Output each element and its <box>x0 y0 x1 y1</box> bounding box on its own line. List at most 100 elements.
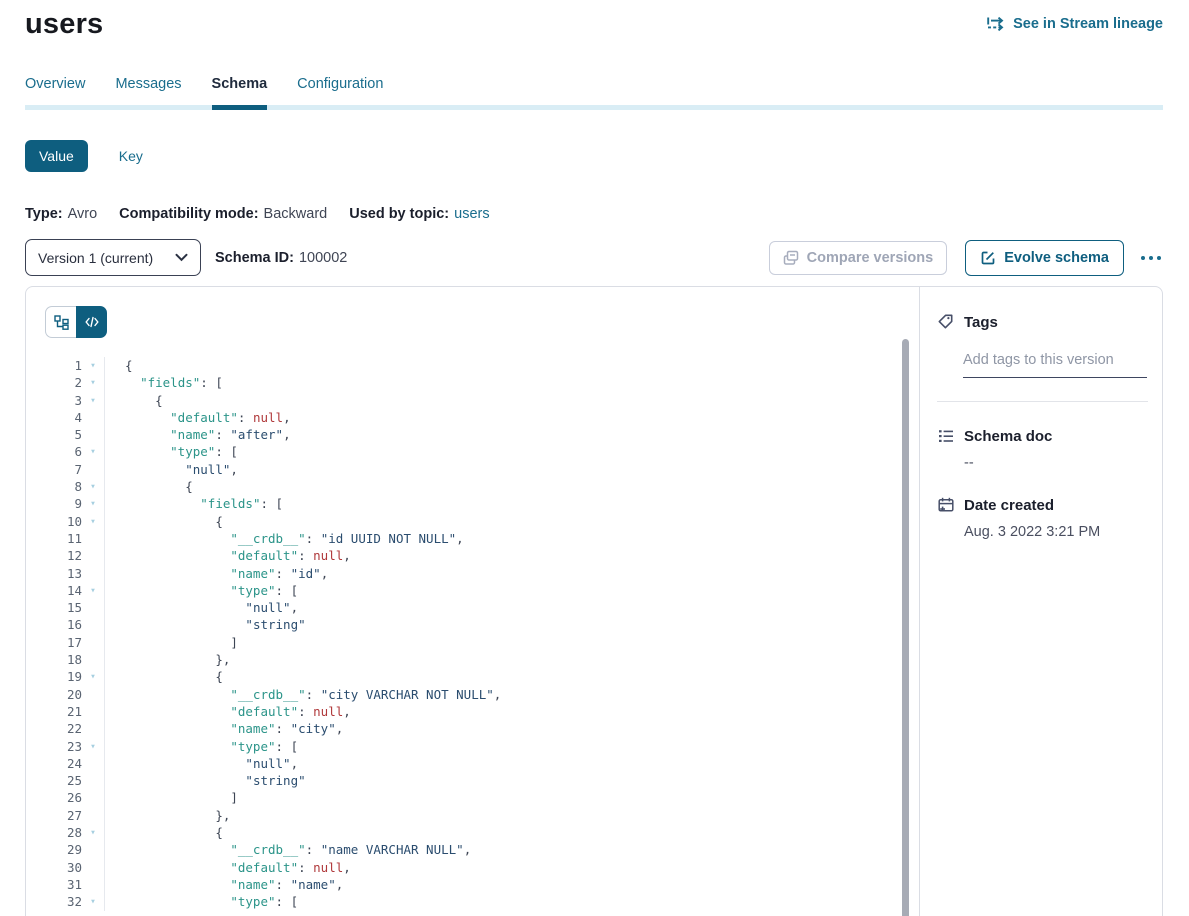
tree-view-button[interactable] <box>45 306 76 338</box>
tab-messages[interactable]: Messages <box>115 76 181 105</box>
code-scrollbar[interactable] <box>902 339 909 916</box>
line-number: 30 <box>45 859 82 876</box>
arrow-spacer <box>82 755 104 772</box>
code-line: 17 ] <box>45 634 919 651</box>
date-created-section: Date created Aug. 3 2022 3:21 PM <box>937 496 1148 540</box>
code-text: { <box>104 824 223 841</box>
collapse-toggle-icon[interactable]: ▾ <box>82 478 104 495</box>
code-lines: 1▾{2▾ "fields": [3▾ {4 "default": null,5… <box>45 357 919 911</box>
line-number: 31 <box>45 876 82 893</box>
line-number: 29 <box>45 841 82 858</box>
arrow-spacer <box>82 530 104 547</box>
collapse-toggle-icon[interactable]: ▾ <box>82 824 104 841</box>
code-text: "type": [ <box>104 443 238 460</box>
chevron-down-icon <box>175 253 188 262</box>
version-toolbar: Version 1 (current) Schema ID: 100002 <box>25 239 1163 276</box>
type-field: Type:Avro <box>25 206 97 222</box>
line-number: 5 <box>45 426 82 443</box>
code-text: "null", <box>104 755 298 772</box>
arrow-spacer <box>82 426 104 443</box>
code-text: "name": "id", <box>104 565 328 582</box>
collapse-toggle-icon[interactable]: ▾ <box>82 443 104 460</box>
sidebar-divider <box>937 401 1148 402</box>
collapse-toggle-icon[interactable]: ▾ <box>82 893 104 910</box>
list-icon <box>937 427 955 445</box>
code-line: 10▾ { <box>45 513 919 530</box>
line-number: 19 <box>45 668 82 685</box>
line-number: 8 <box>45 478 82 495</box>
see-in-stream-lineage-link[interactable]: See in Stream lineage <box>987 16 1163 32</box>
collapse-toggle-icon[interactable]: ▾ <box>82 738 104 755</box>
collapse-toggle-icon[interactable]: ▾ <box>82 495 104 512</box>
code-line: 5 "name": "after", <box>45 426 919 443</box>
code-text: "__crdb__": "name VARCHAR NULL", <box>104 841 471 858</box>
collapse-toggle-icon[interactable]: ▾ <box>82 357 104 374</box>
collapse-toggle-icon[interactable]: ▾ <box>82 513 104 530</box>
evolve-schema-button[interactable]: Evolve schema <box>965 240 1124 276</box>
code-line: 13 "name": "id", <box>45 565 919 582</box>
line-number: 4 <box>45 409 82 426</box>
date-created-value: Aug. 3 2022 3:21 PM <box>964 524 1148 540</box>
arrow-spacer <box>82 565 104 582</box>
code-text: "type": [ <box>104 738 298 755</box>
evolve-schema-label: Evolve schema <box>1004 250 1109 266</box>
tab-schema[interactable]: Schema <box>212 76 268 105</box>
code-text: "type": [ <box>104 893 298 910</box>
arrow-spacer <box>82 772 104 789</box>
code-line: 23▾ "type": [ <box>45 738 919 755</box>
code-line: 14▾ "type": [ <box>45 582 919 599</box>
used-by-topic-link[interactable]: users <box>454 206 489 222</box>
edit-schema-icon <box>980 250 996 266</box>
code-text: { <box>104 513 223 530</box>
code-text: "default": null, <box>104 409 291 426</box>
toggle-value-button[interactable]: Value <box>25 140 88 172</box>
code-line: 12 "default": null, <box>45 547 919 564</box>
code-text: { <box>104 478 193 495</box>
line-number: 2 <box>45 374 82 391</box>
arrow-spacer <box>82 720 104 737</box>
code-text: }, <box>104 807 230 824</box>
line-number: 6 <box>45 443 82 460</box>
line-number: 21 <box>45 703 82 720</box>
code-line: 20 "__crdb__": "city VARCHAR NOT NULL", <box>45 686 919 703</box>
line-number: 9 <box>45 495 82 512</box>
more-actions-button[interactable] <box>1139 250 1163 266</box>
add-tags-input[interactable] <box>963 352 1147 378</box>
used-by-topic-label: Used by topic: <box>349 206 449 222</box>
arrow-spacer <box>82 841 104 858</box>
compare-versions-button[interactable]: Compare versions <box>769 241 948 275</box>
toggle-key-button[interactable]: Key <box>113 147 149 165</box>
schema-viewer-panel: 1▾{2▾ "fields": [3▾ {4 "default": null,5… <box>25 286 1163 916</box>
tab-overview[interactable]: Overview <box>25 76 85 105</box>
version-select[interactable]: Version 1 (current) <box>25 239 201 276</box>
collapse-toggle-icon[interactable]: ▾ <box>82 582 104 599</box>
code-line: 31 "name": "name", <box>45 876 919 893</box>
code-text: "null", <box>104 461 238 478</box>
code-view-button[interactable] <box>76 306 107 338</box>
arrow-spacer <box>82 409 104 426</box>
code-line: 16 "string" <box>45 616 919 633</box>
line-number: 12 <box>45 547 82 564</box>
collapse-toggle-icon[interactable]: ▾ <box>82 374 104 391</box>
code-text: { <box>104 357 133 374</box>
tab-configuration[interactable]: Configuration <box>297 76 383 105</box>
code-text: "fields": [ <box>104 495 283 512</box>
code-text: "__crdb__": "city VARCHAR NOT NULL", <box>104 686 501 703</box>
code-line: 11 "__crdb__": "id UUID NOT NULL", <box>45 530 919 547</box>
code-line: 25 "string" <box>45 772 919 789</box>
code-line: 28▾ { <box>45 824 919 841</box>
line-number: 27 <box>45 807 82 824</box>
code-line: 15 "null", <box>45 599 919 616</box>
collapse-toggle-icon[interactable]: ▾ <box>82 392 104 409</box>
line-number: 3 <box>45 392 82 409</box>
code-view-icon <box>85 316 99 328</box>
compatibility-label: Compatibility mode: <box>119 206 258 222</box>
schema-doc-section: Schema doc -- <box>937 427 1148 471</box>
arrow-spacer <box>82 859 104 876</box>
collapse-toggle-icon[interactable]: ▾ <box>82 668 104 685</box>
code-line: 27 }, <box>45 807 919 824</box>
line-number: 13 <box>45 565 82 582</box>
code-text: "name": "name", <box>104 876 343 893</box>
code-line: 26 ] <box>45 789 919 806</box>
schema-id-label: Schema ID: <box>215 250 294 266</box>
